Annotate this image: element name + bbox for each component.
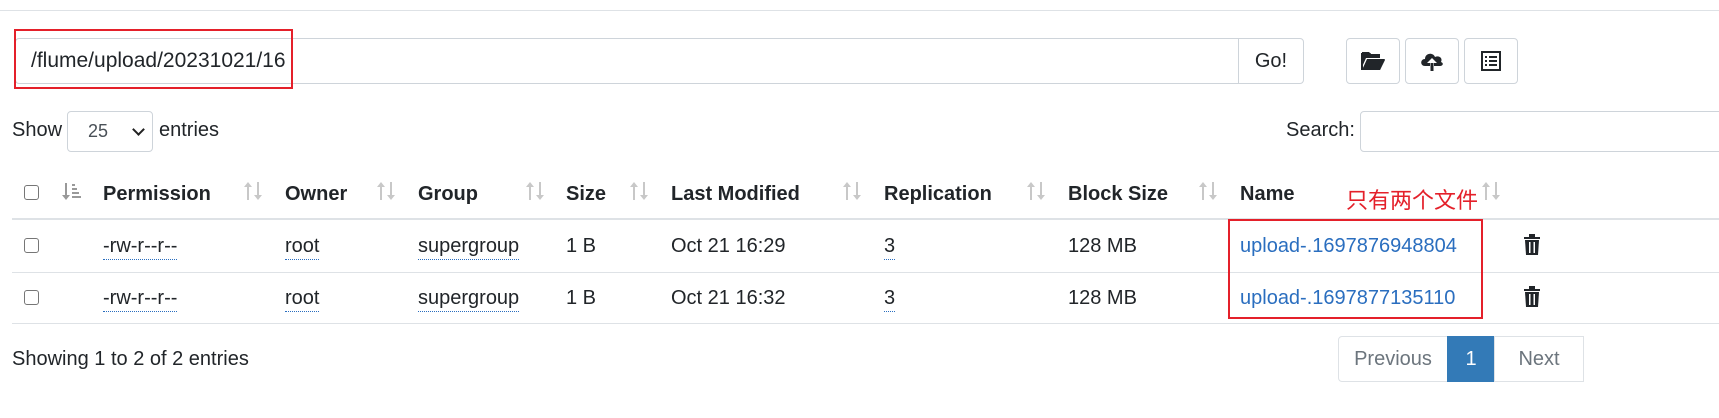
sort-arrows-icon[interactable] bbox=[1026, 180, 1046, 202]
permission-link[interactable]: -rw-r--r-- bbox=[103, 287, 178, 312]
column-header-block-size[interactable]: Block Size bbox=[1068, 183, 1168, 206]
group-link[interactable]: supergroup bbox=[418, 235, 520, 260]
sort-arrows-icon[interactable] bbox=[842, 180, 862, 202]
cloud-upload-icon bbox=[1421, 53, 1443, 71]
upload-button[interactable] bbox=[1405, 38, 1459, 84]
trash-icon[interactable] bbox=[1522, 234, 1542, 256]
table-bottom-divider bbox=[12, 323, 1719, 324]
name-highlight-box bbox=[1228, 219, 1483, 319]
size-cell: 1 B bbox=[566, 287, 597, 309]
group-link[interactable]: supergroup bbox=[418, 287, 520, 312]
block-size-cell: 128 MB bbox=[1068, 235, 1137, 257]
replication-link[interactable]: 3 bbox=[884, 287, 896, 312]
folder-open-icon bbox=[1361, 52, 1385, 70]
create-directory-button[interactable] bbox=[1346, 38, 1400, 84]
search-input[interactable] bbox=[1360, 111, 1719, 152]
sort-arrows-icon[interactable] bbox=[525, 180, 545, 202]
path-highlight-box bbox=[14, 29, 293, 89]
size-cell: 1 B bbox=[566, 235, 597, 257]
modified-cell: Oct 21 16:29 bbox=[671, 235, 786, 257]
replication-link[interactable]: 3 bbox=[884, 235, 896, 260]
column-header-owner[interactable]: Owner bbox=[285, 183, 347, 206]
column-header-replication[interactable]: Replication bbox=[884, 183, 992, 206]
previous-page-button[interactable]: Previous bbox=[1338, 336, 1448, 382]
column-header-group[interactable]: Group bbox=[418, 183, 478, 206]
row-checkbox[interactable] bbox=[24, 238, 39, 253]
sort-arrows-icon[interactable] bbox=[376, 180, 396, 202]
cut-paste-button[interactable] bbox=[1464, 38, 1518, 84]
sort-arrows-icon[interactable] bbox=[629, 180, 649, 202]
row-checkbox[interactable] bbox=[24, 290, 39, 305]
annotation-note: 只有两个文件 bbox=[1346, 189, 1479, 214]
owner-link[interactable]: root bbox=[285, 235, 320, 260]
entries-per-page-select[interactable]: 25 bbox=[67, 111, 153, 152]
next-page-button[interactable]: Next bbox=[1494, 336, 1584, 382]
select-all-checkbox[interactable] bbox=[24, 185, 39, 200]
search-label: Search: bbox=[1286, 119, 1355, 141]
modified-cell: Oct 21 16:32 bbox=[671, 287, 786, 309]
column-header-name[interactable]: Name bbox=[1240, 183, 1294, 206]
column-header-last-modified[interactable]: Last Modified bbox=[671, 183, 800, 206]
column-header-size[interactable]: Size bbox=[566, 183, 606, 206]
sort-arrows-icon[interactable] bbox=[243, 180, 263, 202]
block-size-cell: 128 MB bbox=[1068, 287, 1137, 309]
page-1-button[interactable]: 1 bbox=[1447, 336, 1495, 382]
sort-arrows-icon[interactable] bbox=[1481, 180, 1501, 202]
list-icon bbox=[1481, 51, 1501, 71]
permission-link[interactable]: -rw-r--r-- bbox=[103, 235, 178, 260]
sort-icon[interactable] bbox=[62, 180, 82, 202]
owner-link[interactable]: root bbox=[285, 287, 320, 312]
table-info: Showing 1 to 2 of 2 entries bbox=[12, 348, 249, 370]
go-button[interactable]: Go! bbox=[1238, 38, 1304, 84]
top-divider bbox=[0, 10, 1719, 11]
entries-label: entries bbox=[159, 119, 220, 141]
entries-per-page-value: 25 bbox=[88, 121, 109, 141]
sort-arrows-icon[interactable] bbox=[1198, 180, 1218, 202]
column-header-permission[interactable]: Permission bbox=[103, 183, 211, 206]
show-label: Show bbox=[12, 119, 63, 141]
chevron-down-icon bbox=[132, 123, 145, 136]
trash-icon[interactable] bbox=[1522, 286, 1542, 308]
